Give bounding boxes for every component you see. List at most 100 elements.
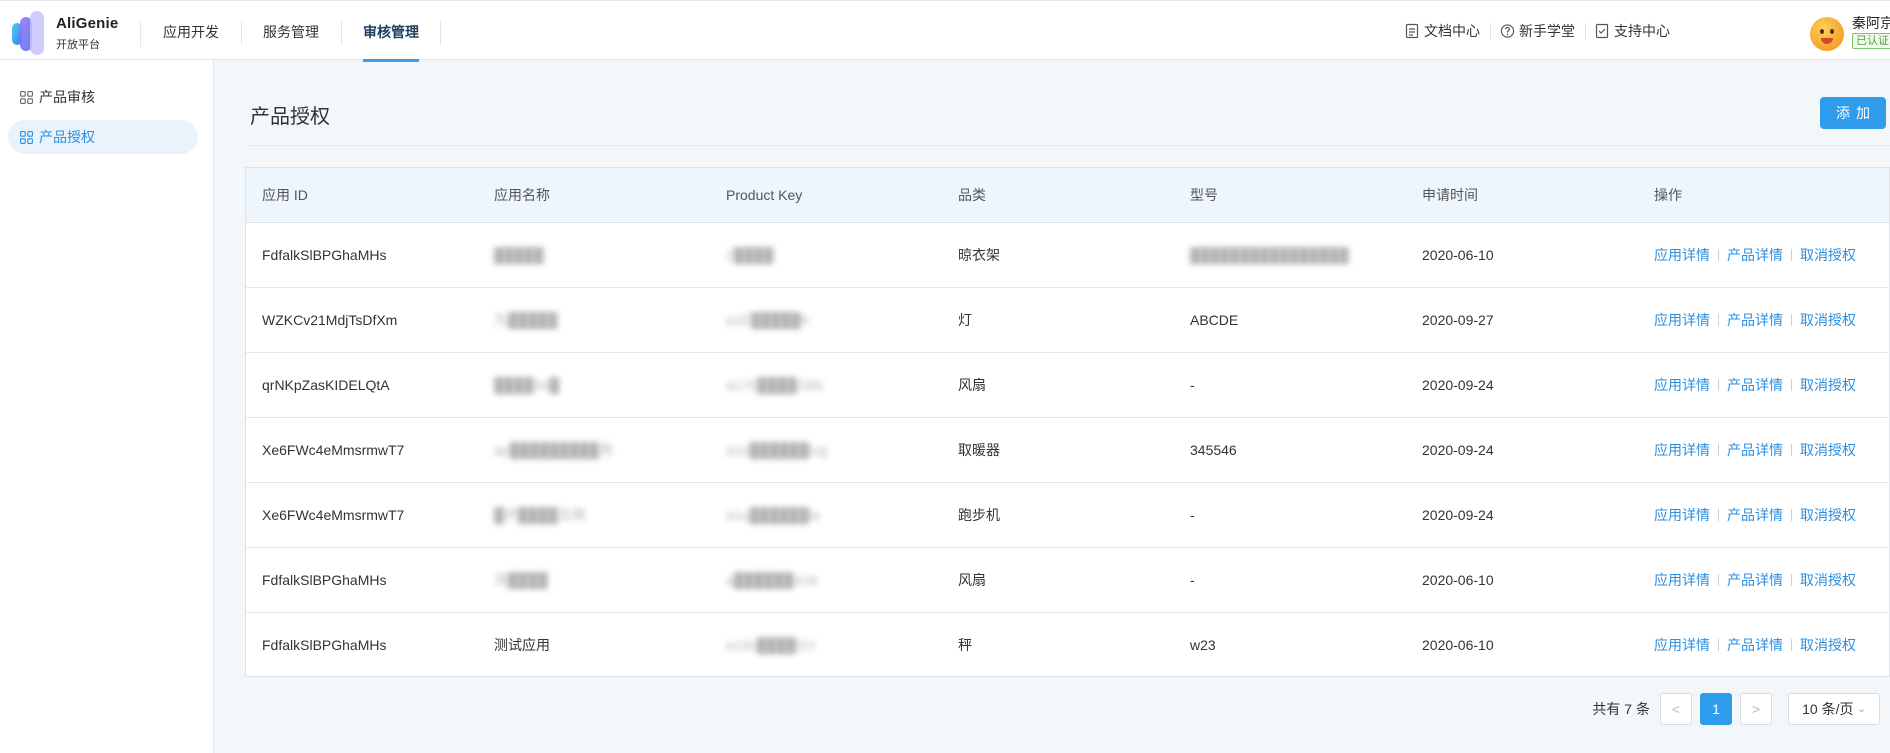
action-separator: [1791, 573, 1792, 586]
cell-app-id-text: Xe6FWc4eMmsrmwT7: [262, 506, 405, 523]
cell-app-name: 测████: [478, 547, 710, 613]
column-header-model: 型号: [1174, 168, 1406, 223]
main-nav: 应用开发 服务管理 审核管理: [141, 1, 441, 62]
cell-product-key: a1u██████la: [710, 482, 942, 548]
cell-app-name-text: ████34█: [494, 376, 560, 393]
action-separator: [1718, 248, 1719, 261]
table-row: FdfalkSlBPGhaMHs █████ 2████ 晾衣架 ███████████…: [246, 222, 1889, 288]
cell-apply-time: 2020-06-10: [1406, 547, 1638, 613]
divider: [245, 145, 1890, 146]
action-separator: [1791, 248, 1792, 261]
cell-category-text: 秤: [958, 636, 972, 653]
cell-app-id-text: FdfalkSlBPGhaMHs: [262, 636, 387, 653]
cell-app-name-text: █环████应用: [494, 506, 586, 523]
cell-app-id-text: WZKCv21MdjTsDfXm: [262, 311, 398, 328]
product-detail-link[interactable]: 产品详情: [1727, 247, 1783, 263]
table-row: Xe6FWc4eMmsrmwT7 ap█████████用 a1n██████lug…: [246, 417, 1889, 483]
action-separator: [1791, 638, 1792, 651]
top-links: 文档中心 新手学堂 支持中心: [1395, 1, 1680, 61]
app-detail-link[interactable]: 应用详情: [1654, 637, 1710, 653]
sidebar: 产品审核 产品授权: [0, 60, 214, 753]
docs-center-label: 文档中心: [1424, 23, 1480, 39]
cell-app-name: 测试应用: [478, 612, 710, 676]
cell-app-id: qrNKpZasKIDELQtA: [246, 352, 478, 418]
cell-category-text: 风扇: [958, 571, 986, 588]
cell-model: 345546: [1174, 417, 1406, 483]
cell-app-id: FdfalkSlBPGhaMHs: [246, 547, 478, 613]
cell-app-id: FdfalkSlBPGhaMHs: [246, 222, 478, 288]
newbie-school-link[interactable]: 新手学堂: [1490, 21, 1585, 41]
action-separator: [1718, 508, 1719, 521]
prev-page-button[interactable]: <: [1660, 693, 1692, 725]
revoke-authorization-link[interactable]: 取消授权: [1800, 442, 1856, 458]
app-detail-link[interactable]: 应用详情: [1654, 572, 1710, 588]
add-button[interactable]: 添加: [1820, 97, 1886, 129]
nav-item-service-management[interactable]: 服务管理: [241, 1, 341, 61]
grid-icon: [20, 90, 33, 104]
cell-apply-time-text: 2020-09-27: [1422, 311, 1494, 328]
avatar[interactable]: [1810, 17, 1844, 51]
sidebar-item-label: 产品授权: [39, 129, 95, 145]
cell-app-name-text: 测试应用: [494, 636, 550, 653]
column-header-category: 品类: [942, 168, 1174, 223]
action-separator: [1718, 443, 1719, 456]
cell-actions: 应用详情 产品详情 取消授权: [1638, 287, 1889, 353]
revoke-authorization-link[interactable]: 取消授权: [1800, 572, 1856, 588]
cell-app-id-text: Xe6FWc4eMmsrmwT7: [262, 441, 405, 458]
page-size-select[interactable]: 10 条/页 ⌄: [1788, 693, 1880, 725]
app-detail-link[interactable]: 应用详情: [1654, 312, 1710, 328]
table-row: FdfalkSlBPGhaMHs 测████ a██████sUe 风扇 - 2020-0…: [246, 547, 1889, 613]
sidebar-item-label: 产品审核: [39, 89, 95, 105]
product-detail-link[interactable]: 产品详情: [1727, 572, 1783, 588]
document-icon: [1405, 23, 1419, 39]
cell-model-text: -: [1190, 571, 1195, 588]
cell-category: 晾衣架: [942, 222, 1174, 288]
app-detail-link[interactable]: 应用详情: [1654, 507, 1710, 523]
nav-item-app-development[interactable]: 应用开发: [141, 1, 241, 61]
revoke-authorization-link[interactable]: 取消授权: [1800, 637, 1856, 653]
cell-apply-time-text: 2020-06-10: [1422, 246, 1494, 263]
product-detail-link[interactable]: 产品详情: [1727, 637, 1783, 653]
product-detail-link[interactable]: 产品详情: [1727, 377, 1783, 393]
sidebar-item-product-review[interactable]: 产品审核: [8, 80, 198, 114]
cell-product-key-text: a13c████GV: [726, 636, 817, 653]
cell-actions: 应用详情 产品详情 取消授权: [1638, 612, 1889, 676]
revoke-authorization-link[interactable]: 取消授权: [1800, 247, 1856, 263]
revoke-authorization-link[interactable]: 取消授权: [1800, 312, 1856, 328]
docs-center-link[interactable]: 文档中心: [1395, 21, 1490, 41]
app-detail-link[interactable]: 应用详情: [1654, 247, 1710, 263]
page-size-value: 10 条/页: [1802, 701, 1854, 717]
cell-model-text: ████████████████: [1190, 246, 1349, 263]
nav-item-review-management[interactable]: 审核管理: [341, 1, 441, 62]
revoke-authorization-link[interactable]: 取消授权: [1800, 377, 1856, 393]
app-detail-link[interactable]: 应用详情: [1654, 442, 1710, 458]
product-detail-link[interactable]: 产品详情: [1727, 442, 1783, 458]
cell-app-name: █环████应用: [478, 482, 710, 548]
cell-product-key: 2████: [710, 222, 942, 288]
cell-category-text: 跑步机: [958, 506, 1000, 523]
support-center-link[interactable]: 支持中心: [1585, 21, 1680, 41]
brand-logo[interactable]: AliGenie 开放平台: [12, 9, 130, 55]
cell-app-id: FdfalkSlBPGhaMHs: [246, 612, 478, 676]
table-row: Xe6FWc4eMmsrmwT7 █环████应用 a1u██████la 跑步机 - 2…: [246, 482, 1889, 548]
page-1-button[interactable]: 1: [1700, 693, 1732, 725]
support-center-label: 支持中心: [1614, 23, 1670, 39]
cell-apply-time-text: 2020-09-24: [1422, 376, 1494, 393]
cell-product-key: a13c████GV: [710, 612, 942, 676]
brand-name: AliGenie: [56, 15, 119, 32]
product-detail-link[interactable]: 产品详情: [1727, 312, 1783, 328]
user-menu[interactable]: 秦阿京 已认证: [1810, 13, 1890, 53]
table-row: FdfalkSlBPGhaMHs 测试应用 a13c████GV 秤 w23 2020-0…: [246, 612, 1889, 676]
cell-category: 取暖器: [942, 417, 1174, 483]
cell-actions: 应用详情 产品详情 取消授权: [1638, 482, 1889, 548]
column-header-app-name: 应用名称: [478, 168, 710, 223]
product-detail-link[interactable]: 产品详情: [1727, 507, 1783, 523]
action-separator: [1791, 378, 1792, 391]
app-detail-link[interactable]: 应用详情: [1654, 377, 1710, 393]
column-header-apply-time: 申请时间: [1406, 168, 1638, 223]
next-page-button[interactable]: >: [1740, 693, 1772, 725]
cell-app-name: █████: [478, 222, 710, 288]
sidebar-item-product-authorization[interactable]: 产品授权: [8, 120, 198, 154]
cell-product-key-text: a██████sUe: [726, 571, 819, 588]
revoke-authorization-link[interactable]: 取消授权: [1800, 507, 1856, 523]
